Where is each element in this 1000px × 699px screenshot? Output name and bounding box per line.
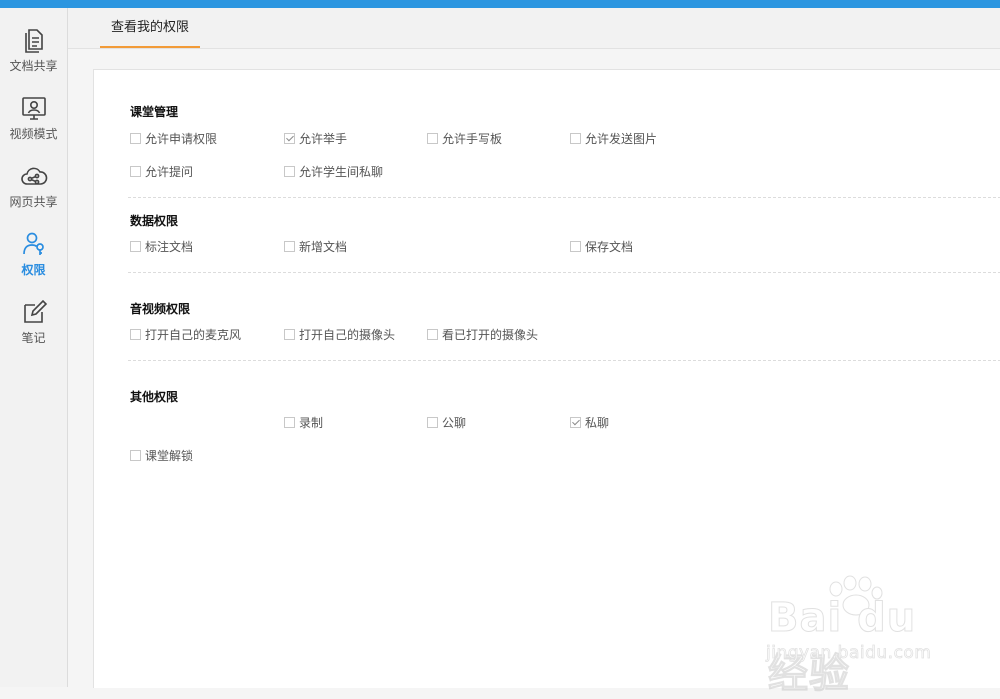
- section-divider: [128, 360, 1000, 361]
- checkbox-label: 公聊: [442, 416, 467, 430]
- checkbox-label: 课堂解锁: [145, 449, 194, 463]
- user-key-icon: [20, 230, 48, 258]
- checkbox-view-opened-cameras[interactable]: 看已打开的摄像头: [427, 326, 538, 343]
- sidebar-item-notes[interactable]: 笔记: [0, 298, 67, 358]
- checkbox-unlock-classroom[interactable]: 课堂解锁: [130, 447, 193, 464]
- checkbox-box[interactable]: [284, 166, 295, 177]
- note-edit-icon: [20, 298, 48, 326]
- checkbox-box[interactable]: [570, 241, 581, 252]
- checkbox-label: 看已打开的摄像头: [442, 328, 539, 342]
- video-presenter-icon: [20, 94, 48, 122]
- checkbox-label: 打开自己的麦克风: [145, 328, 242, 342]
- checkbox-box[interactable]: [130, 329, 141, 340]
- checkbox-label: 标注文档: [145, 240, 194, 254]
- sidebar-item-web-share[interactable]: 网页共享: [0, 162, 67, 222]
- section-divider: [128, 272, 1000, 273]
- checkbox-box[interactable]: [130, 133, 141, 144]
- checkbox-save-document[interactable]: 保存文档: [570, 238, 633, 255]
- checkbox-public-chat[interactable]: 公聊: [427, 414, 466, 431]
- checkbox-box[interactable]: [570, 417, 581, 428]
- checkbox-label: 保存文档: [585, 240, 634, 254]
- section-title-classroom: 课堂管理: [130, 105, 179, 119]
- checkbox-box[interactable]: [284, 133, 295, 144]
- document-icon: [20, 26, 48, 54]
- checkbox-box[interactable]: [130, 241, 141, 252]
- checkbox-private-chat[interactable]: 私聊: [570, 414, 609, 431]
- checkbox-add-document[interactable]: 新增文档: [284, 238, 347, 255]
- watermark-url: jingyan.baidu.com: [766, 643, 932, 664]
- checkbox-open-own-microphone[interactable]: 打开自己的麦克风: [130, 326, 241, 343]
- checkbox-box[interactable]: [427, 133, 438, 144]
- sidebar: 文档共享 视频模式 网页共享 权限 笔记: [0, 8, 68, 687]
- sidebar-item-document-share[interactable]: 文档共享: [0, 26, 67, 86]
- checkbox-label: 允许手写板: [442, 132, 503, 146]
- checkbox-allow-send-image[interactable]: 允许发送图片: [570, 130, 657, 147]
- checkbox-label: 允许学生间私聊: [299, 165, 384, 179]
- sidebar-item-label: 权限: [21, 263, 46, 277]
- top-accent-bar: [0, 0, 1000, 8]
- checkbox-box[interactable]: [130, 166, 141, 177]
- checkbox-box[interactable]: [427, 417, 438, 428]
- checkbox-box[interactable]: [284, 417, 295, 428]
- checkbox-label: 录制: [299, 416, 324, 430]
- checkbox-open-own-camera[interactable]: 打开自己的摄像头: [284, 326, 395, 343]
- checkbox-allow-student-private-chat[interactable]: 允许学生间私聊: [284, 163, 383, 180]
- sidebar-item-label: 视频模式: [9, 127, 58, 141]
- checkbox-box[interactable]: [284, 241, 295, 252]
- checkbox-label: 允许申请权限: [145, 132, 218, 146]
- checkbox-label: 允许举手: [299, 132, 348, 146]
- checkbox-annotate-document[interactable]: 标注文档: [130, 238, 193, 255]
- checkbox-box[interactable]: [284, 329, 295, 340]
- sidebar-item-label: 笔记: [21, 331, 46, 345]
- section-title-other: 其他权限: [130, 390, 179, 404]
- checkbox-label: 私聊: [585, 416, 610, 430]
- sidebar-item-label: 网页共享: [9, 195, 58, 209]
- checkbox-record[interactable]: 录制: [284, 414, 323, 431]
- checkbox-label: 允许发送图片: [585, 132, 658, 146]
- cloud-share-icon: [20, 162, 48, 190]
- tab-bar: 查看我的权限: [68, 8, 1000, 49]
- checkbox-box[interactable]: [570, 133, 581, 144]
- section-divider: [128, 197, 1000, 198]
- section-title-audio-video: 音视频权限: [130, 302, 191, 316]
- checkbox-box[interactable]: [130, 450, 141, 461]
- checkbox-allow-raise-hand[interactable]: 允许举手: [284, 130, 347, 147]
- checkbox-allow-apply-permission[interactable]: 允许申请权限: [130, 130, 217, 147]
- checkbox-label: 新增文档: [299, 240, 348, 254]
- checkbox-label: 打开自己的摄像头: [299, 328, 396, 342]
- baidu-jingyan-watermark: Bai du 经验 jingyan.baidu.com: [760, 575, 960, 698]
- checkbox-box[interactable]: [427, 329, 438, 340]
- checkbox-label: 允许提问: [145, 165, 194, 179]
- checkbox-allow-question[interactable]: 允许提问: [130, 163, 193, 180]
- sidebar-item-label: 文档共享: [9, 59, 58, 73]
- sidebar-item-permissions[interactable]: 权限: [0, 230, 67, 290]
- tab-view-my-permissions[interactable]: 查看我的权限: [100, 8, 200, 48]
- sidebar-item-video-mode[interactable]: 视频模式: [0, 94, 67, 154]
- checkbox-allow-tablet[interactable]: 允许手写板: [427, 130, 502, 147]
- section-title-data: 数据权限: [130, 214, 179, 228]
